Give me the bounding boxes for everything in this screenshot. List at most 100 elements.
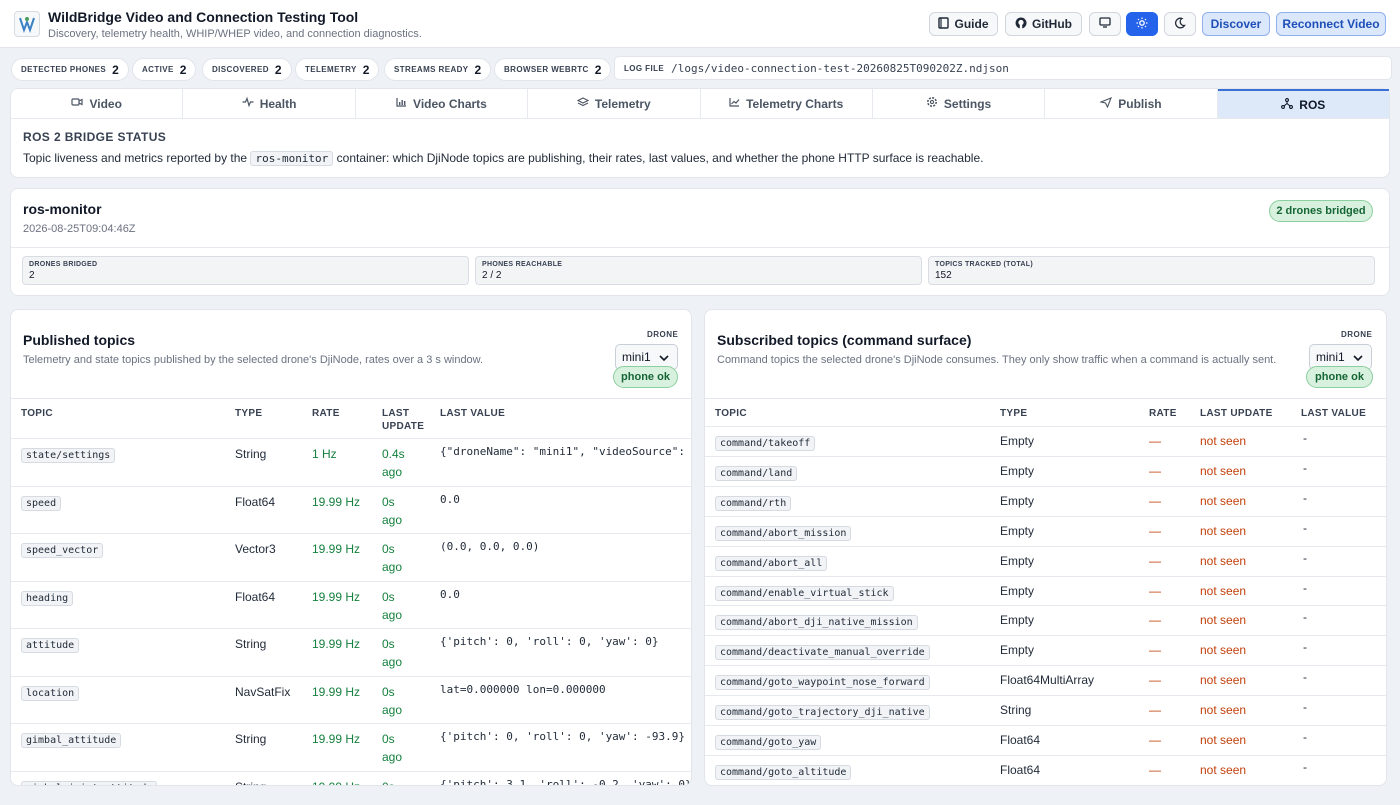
theme-light-button[interactable] <box>1126 12 1158 36</box>
table-row[interactable]: command/rth Empty — not seen - <box>705 485 1386 516</box>
tabs-card: Video Health Video Charts Telemetry Tele… <box>10 88 1390 178</box>
discover-button[interactable]: Discover <box>1202 12 1270 36</box>
col-topic: TOPIC <box>21 408 53 419</box>
log-file-indicator: LOG FILE /logs/video-connection-test-202… <box>614 56 1392 80</box>
status-telemetry: TELEMETRY 2 <box>295 58 380 81</box>
topic-name: command/goto_yaw <box>715 735 822 750</box>
moon-icon <box>1174 17 1186 32</box>
topic-cell: command/deactivate_manual_override <box>715 644 930 661</box>
last-update-suffix: ago <box>382 750 403 764</box>
table-row[interactable]: command/goto_waypoint_nose_forward Float6… <box>705 665 1386 695</box>
type-cell: Empty <box>1000 523 1035 538</box>
subscribed-drone-label: DRONE <box>1341 330 1373 339</box>
topic-name: command/takeoff <box>715 436 816 451</box>
last-update-cell: not seen <box>1200 463 1247 478</box>
divider <box>11 247 1389 248</box>
metric-phones-reachable: PHONES REACHABLE 2 / 2 <box>475 256 922 285</box>
line-chart-icon <box>729 97 740 110</box>
table-row[interactable]: command/goto_trajectory_dji_native String… <box>705 695 1386 725</box>
reconnect-video-button[interactable]: Reconnect Video <box>1276 12 1386 36</box>
table-row[interactable]: command/abort_dji_native_mission Empty — no… <box>705 605 1386 635</box>
tab-video-charts[interactable]: Video Charts <box>356 89 529 118</box>
type-cell: String <box>235 637 267 651</box>
topic-name: command/rth <box>715 495 792 511</box>
topic-name: command/abort_all <box>715 555 828 571</box>
type-cell: Float64 <box>235 494 276 509</box>
bar-chart-icon <box>396 97 407 110</box>
published-title: Published topics <box>23 332 136 348</box>
last-value-cell: - <box>1303 431 1307 445</box>
network-icon <box>1281 97 1294 112</box>
table-row[interactable]: command/abort_mission Empty — not seen - <box>705 515 1386 546</box>
rate-cell: — <box>1149 463 1161 478</box>
github-button[interactable]: GitHub <box>1005 12 1082 36</box>
tab-video[interactable]: Video <box>11 89 184 118</box>
last-value-cell: - <box>1303 580 1307 595</box>
rate-cell: — <box>1149 613 1161 628</box>
pulse-icon <box>242 96 254 110</box>
theme-dark-button[interactable] <box>1164 12 1196 36</box>
table-row[interactable]: command/goto_yaw Float64 — not seen - <box>705 725 1386 755</box>
published-topics-panel: Published topics Telemetry and state top… <box>10 309 692 786</box>
table-row[interactable]: command/goto_altitude Float64 — not seen - <box>705 754 1386 785</box>
tab-settings[interactable]: Settings <box>873 89 1046 118</box>
rate-cell: 19.99 Hz <box>312 684 361 699</box>
last-update-cell: not seen <box>1200 762 1247 777</box>
sun-icon <box>1136 17 1148 32</box>
status-browser-webrtc: BROWSER WEBRTC 2 <box>494 58 612 81</box>
table-row[interactable]: gimbal_attitude String 19.99 Hz 0s ago {'pitc… <box>11 723 691 771</box>
topic-cell: command/land <box>715 465 798 481</box>
topic-name: heading <box>21 590 74 606</box>
bridge-status-description: Topic liveness and metrics reported by t… <box>23 151 984 166</box>
table-row[interactable]: state/settings String 1 Hz 0.4s ago {"droneNa… <box>11 438 691 486</box>
github-label: GitHub <box>1032 17 1072 31</box>
topic-cell: command/abort_mission <box>715 525 852 541</box>
last-value-cell: 0.0 <box>440 587 460 601</box>
last-value-cell: - <box>1303 610 1307 625</box>
rate-cell: 19.99 Hz <box>312 589 361 604</box>
type-cell: Empty <box>1000 613 1035 628</box>
rate-cell: — <box>1149 553 1161 568</box>
table-row[interactable]: command/abort_all Empty — not seen - <box>705 545 1386 576</box>
rate-cell: 19.99 Hz <box>312 542 361 556</box>
table-row[interactable]: gimbal_joint_attitudeString19.99 Hz0sago… <box>11 770 691 786</box>
topic-name: attitude <box>21 638 80 653</box>
topic-cell: speed_vector <box>21 542 104 558</box>
table-row[interactable]: heading Float64 19.99 Hz 0s ago 0.0 <box>11 580 691 629</box>
app-subtitle: Discovery, telemetry health, WHIP/WHEP v… <box>48 28 422 40</box>
last-value-cell: (0.0, 0.0, 0.0) <box>440 540 540 553</box>
last-update-cell: not seen <box>1200 643 1247 658</box>
rate-cell: — <box>1149 434 1161 448</box>
tab-health[interactable]: Health <box>183 89 356 118</box>
table-row[interactable]: location NavSatFix 19.99 Hz 0s ago lat=0.0000… <box>11 675 691 724</box>
table-row[interactable]: command/deactivate_manual_override Empty —… <box>705 635 1386 665</box>
tab-publish[interactable]: Publish <box>1045 89 1218 118</box>
table-row[interactable]: command/takeoff Empty — not seen - <box>705 426 1386 456</box>
col-rate: RATE <box>312 408 340 419</box>
tab-ros[interactable]: ROS <box>1217 89 1389 118</box>
tab-telemetry-charts[interactable]: Telemetry Charts <box>701 89 873 118</box>
send-icon <box>1099 96 1113 111</box>
guide-button[interactable]: Guide <box>929 12 998 36</box>
table-row[interactable]: command/enable_virtual_stick Empty — not se… <box>705 575 1386 606</box>
app-header: WildBridge Video and Connection Testing … <box>0 0 1400 48</box>
rate-cell: — <box>1149 762 1161 777</box>
topic-cell: command/abort_all <box>715 555 828 571</box>
published-description: Telemetry and state topics published by … <box>23 354 484 366</box>
table-row[interactable]: speed Float64 19.99 Hz 0s ago 0.0 <box>11 485 691 534</box>
video-icon <box>71 97 84 110</box>
last-value-cell: 0.0 <box>440 492 460 506</box>
table-row[interactable]: speed_vector Vector3 19.99 Hz 0s ago (0.0, 0.… <box>11 533 691 581</box>
topic-name: command/goto_altitude <box>715 764 852 780</box>
last-update-cell: not seen <box>1200 583 1247 598</box>
table-row[interactable]: attitude String 19.99 Hz 0s ago {'pitch': 0, … <box>11 628 691 676</box>
topic-cell: command/takeoff <box>715 435 816 451</box>
table-row[interactable]: command/land Empty — not seen - <box>705 455 1386 486</box>
type-cell: Empty <box>1000 553 1035 568</box>
topic-name: command/enable_virtual_stick <box>715 585 894 601</box>
tab-telemetry[interactable]: Telemetry <box>528 89 701 118</box>
rate-cell: 19.99 Hz <box>312 780 360 786</box>
type-cell: Empty <box>1000 583 1035 598</box>
book-icon <box>938 16 950 32</box>
theme-system-button[interactable] <box>1089 12 1121 36</box>
